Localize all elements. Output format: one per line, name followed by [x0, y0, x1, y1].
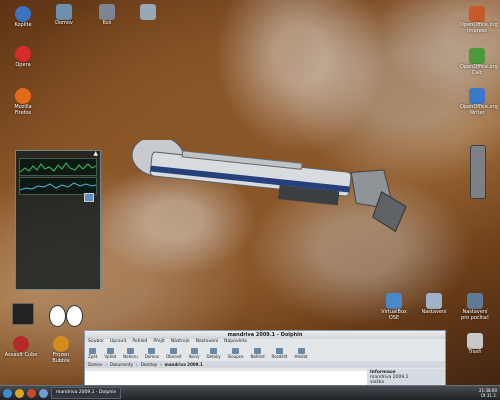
- home-icon: [15, 6, 31, 22]
- desktop-icon-trash[interactable]: Koš: [90, 4, 124, 26]
- side-panel-widget[interactable]: [470, 145, 486, 199]
- menu-help[interactable]: Nápověda: [224, 339, 247, 345]
- system-monitor-widget: ▲: [15, 150, 101, 290]
- menu-go[interactable]: Přejít: [153, 339, 164, 345]
- impress-icon: [469, 6, 485, 22]
- frozenbubble-icon: [53, 336, 69, 352]
- breadcrumb-item[interactable]: Desktop: [141, 362, 158, 367]
- menu-edit[interactable]: Upravit: [110, 339, 126, 345]
- breadcrumb-item[interactable]: Dokumenty: [110, 362, 133, 367]
- preview-button[interactable]: Náhled: [250, 348, 265, 359]
- desktop-icon-writer[interactable]: OpenOffice.org Writer: [460, 88, 498, 116]
- eye-right: [66, 305, 83, 327]
- desktop-icon-computer-settings[interactable]: Nastavení pro počítač: [458, 293, 492, 321]
- breadcrumb-item[interactable]: mandriva 2009.1: [165, 362, 203, 367]
- tools-icon: [426, 293, 442, 309]
- menu-settings[interactable]: Nastavení: [196, 339, 219, 345]
- toolbar: Zpět Vpřed Nahoru Domov Obnovit Ikony De…: [85, 345, 445, 361]
- desktop-icon-settings[interactable]: Nastavení: [417, 293, 451, 315]
- monitor-icon: [467, 293, 483, 309]
- desktop-icon-impress[interactable]: OpenOffice.org Impress: [460, 6, 498, 34]
- trash-icon: [99, 4, 115, 20]
- dock-widget[interactable]: [12, 303, 34, 325]
- desktop-icon-calc[interactable]: OpenOffice.org Calc: [460, 48, 498, 76]
- home-button[interactable]: Domov: [145, 348, 159, 359]
- desktop-icon-folder[interactable]: [131, 4, 165, 20]
- split-button[interactable]: Rozdělit: [272, 348, 287, 359]
- start-menu-icon[interactable]: [3, 388, 12, 398]
- icons-view-button[interactable]: Ikony: [189, 348, 199, 359]
- menu-view[interactable]: Pohled: [132, 339, 147, 345]
- forward-button[interactable]: Vpřed: [104, 348, 116, 359]
- taskbar: mandriva 2009.1 - Dolphin 21:38:00 Út 31…: [0, 385, 500, 400]
- eye-left: [49, 305, 66, 327]
- desktop-icon-opera[interactable]: Opera: [6, 46, 40, 68]
- launcher-icon[interactable]: [15, 388, 24, 398]
- wallpaper-spaceship: [131, 140, 407, 233]
- breadcrumb-item[interactable]: Domov: [88, 362, 102, 367]
- columns-view-button[interactable]: Sloupce: [228, 348, 243, 359]
- virtualbox-icon: [386, 293, 402, 309]
- trashcan-icon: [467, 333, 483, 349]
- clock-date: Út 31.3.: [481, 393, 497, 398]
- back-button[interactable]: Zpět: [88, 348, 97, 359]
- desktop-icon-firefox[interactable]: Mozilla Firefox: [6, 88, 40, 116]
- clock[interactable]: 21:38:00 Út 31.3.: [479, 388, 497, 398]
- launcher-icon[interactable]: [39, 388, 48, 398]
- writer-icon: [469, 88, 485, 104]
- desktop-icon-trash-bin[interactable]: Trash: [458, 333, 492, 355]
- tux-icon: ▲: [93, 150, 98, 157]
- desktop-icon-home-folder[interactable]: Domov: [47, 4, 81, 26]
- desktop-icon-frozen-bubble[interactable]: Frozen Bubble: [44, 336, 78, 364]
- desktop-icon-virtualbox[interactable]: VirtualBox OSE: [377, 293, 411, 321]
- launcher-icon[interactable]: [27, 388, 36, 398]
- monitor-icon: [84, 193, 94, 202]
- firefox-icon: [15, 88, 31, 104]
- window-title[interactable]: mandriva 2009.1 - Dolphin: [85, 331, 445, 339]
- desktop-icon-assault-cube[interactable]: Assault Cube: [4, 336, 38, 358]
- menu-file[interactable]: Soubor: [88, 339, 104, 345]
- opera-icon: [15, 46, 31, 62]
- folder-icon: [140, 4, 156, 20]
- search-button[interactable]: Hledat: [294, 348, 308, 359]
- task-button-dolphin[interactable]: mandriva 2009.1 - Dolphin: [51, 387, 122, 399]
- details-view-button[interactable]: Detaily: [206, 348, 221, 359]
- cpu-graph: [19, 158, 97, 176]
- dolphin-window: mandriva 2009.1 - Dolphin Soubor Upravit…: [84, 330, 446, 387]
- up-button[interactable]: Nahoru: [123, 348, 138, 359]
- desktop-icon-home[interactable]: Koplite: [6, 6, 40, 28]
- menu-tools[interactable]: Nástroje: [171, 339, 190, 345]
- calc-icon: [469, 48, 485, 64]
- folder-icon: [56, 4, 72, 20]
- breadcrumb: Domov › Dokumenty › Desktop › mandriva 2009…: [85, 361, 445, 368]
- reload-button[interactable]: Obnovit: [166, 348, 182, 359]
- assaultcube-icon: [13, 336, 29, 352]
